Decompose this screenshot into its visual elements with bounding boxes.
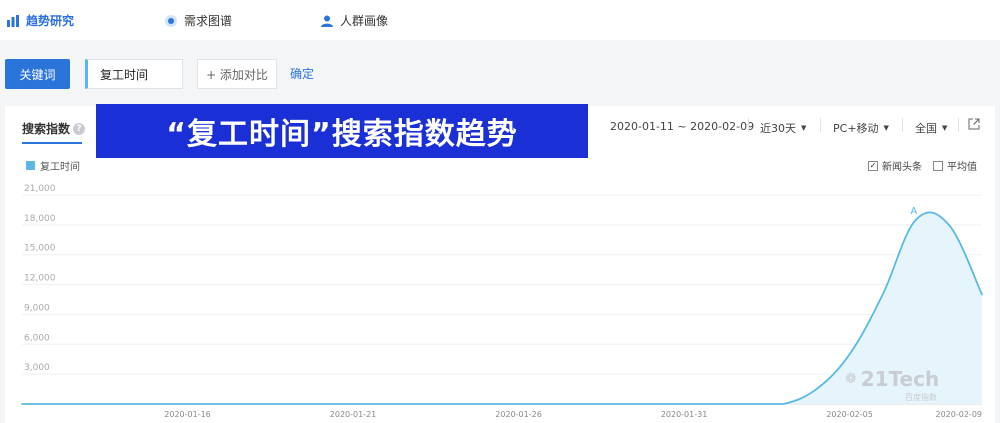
- x-tick-label: 2020-01-16: [164, 410, 211, 419]
- y-tick-label: 3,000: [24, 363, 50, 373]
- period-text: 近30天: [760, 122, 796, 135]
- data-point: [782, 403, 785, 405]
- region-select[interactable]: 全国 ▼: [915, 120, 947, 136]
- data-point: [716, 403, 718, 405]
- chart-icon: [7, 14, 19, 27]
- chart-legend[interactable]: 复工时间: [26, 158, 80, 173]
- add-compare-button[interactable]: + 添加对比: [197, 59, 277, 89]
- data-point: [120, 403, 123, 405]
- y-tick-label: 12,000: [24, 274, 56, 284]
- data-point: [385, 403, 387, 405]
- news-headline-option[interactable]: ✓ 新闻头条: [868, 158, 922, 173]
- x-tick-label: 2020-01-26: [495, 410, 542, 419]
- nav-label: 人群画像: [340, 14, 389, 28]
- data-point: [219, 403, 222, 405]
- date-range[interactable]: 2020-01-11 ~ 2020-02-09: [610, 120, 754, 133]
- radar-icon: [165, 14, 177, 27]
- top-nav: 趋势研究 需求图谱 人群画像: [0, 0, 1000, 40]
- data-point: [352, 403, 354, 405]
- data-point: [418, 403, 421, 405]
- data-point: [517, 403, 520, 405]
- data-point: [881, 293, 884, 296]
- caret-down-icon: ▼: [883, 124, 889, 132]
- x-axis-ticks: 2020-01-16 2020-01-21 2020-01-26 2020-01-31…: [164, 410, 982, 419]
- data-point: [54, 403, 56, 405]
- data-point: [981, 293, 983, 296]
- region-text: 全国: [915, 122, 937, 135]
- legend-label: 复工时间: [40, 162, 80, 173]
- watermark: ❁ 21Tech: [845, 367, 939, 391]
- data-point: [153, 403, 156, 405]
- nav-label: 趋势研究: [26, 14, 75, 28]
- device-select[interactable]: PC+移动 ▼: [833, 120, 889, 136]
- y-tick-label: 21,000: [24, 184, 56, 194]
- data-point: [319, 403, 321, 405]
- person-icon: [321, 15, 333, 27]
- divider: [958, 118, 959, 132]
- data-point: [186, 403, 189, 405]
- nav-label: 需求图谱: [184, 14, 233, 28]
- data-point: [451, 403, 454, 405]
- data-point: [252, 403, 255, 405]
- data-point: [87, 403, 90, 405]
- nav-trend-research[interactable]: 趋势研究: [6, 12, 74, 29]
- keyword-button[interactable]: 关键词: [5, 59, 70, 89]
- divider: [902, 118, 903, 132]
- panel-title: 搜索指数 ?: [22, 120, 86, 137]
- wechat-icon: ❁: [845, 371, 857, 387]
- nav-demand-graph[interactable]: 需求图谱: [164, 12, 232, 29]
- data-point: [550, 403, 553, 405]
- data-point: [583, 403, 586, 405]
- x-tick-label: 2020-01-21: [330, 410, 377, 419]
- overlay-banner: “复工时间”搜索指数趋势: [96, 104, 588, 158]
- period-select[interactable]: 近30天 ▼: [760, 120, 806, 136]
- watermark-text: 21Tech: [860, 367, 940, 391]
- data-point: [848, 353, 851, 356]
- divider: [820, 118, 821, 132]
- y-tick-label: 9,000: [24, 303, 50, 313]
- divider: [748, 118, 749, 132]
- peak-annotation: A: [910, 206, 917, 217]
- news-checkbox[interactable]: ✓: [868, 160, 878, 171]
- average-option[interactable]: 平均值: [933, 158, 977, 173]
- caret-down-icon: ▼: [942, 124, 948, 132]
- x-tick-label: 2020-01-31: [661, 410, 708, 419]
- news-label: 新闻头条: [882, 162, 922, 173]
- date-range-text: 2020-01-11 ~ 2020-02-09: [610, 120, 755, 133]
- confirm-link[interactable]: 确定: [290, 65, 314, 82]
- series-area: [22, 212, 982, 404]
- help-icon[interactable]: ?: [73, 122, 86, 135]
- data-point: [650, 403, 652, 405]
- panel-title-text: 搜索指数: [22, 122, 71, 136]
- data-point: [749, 403, 752, 405]
- keyword-input[interactable]: 复工时间: [85, 59, 183, 89]
- data-point: [948, 224, 950, 226]
- x-tick-label: 2020-02-09: [936, 410, 983, 419]
- data-point: [815, 388, 818, 390]
- y-tick-label: 18,000: [24, 214, 56, 224]
- data-point: [683, 403, 685, 405]
- watermark-sub: 百度指数: [905, 393, 937, 402]
- nav-crowd-portrait[interactable]: 人群画像: [320, 12, 388, 29]
- y-tick-label: 6,000: [24, 333, 50, 343]
- data-point: [286, 403, 288, 405]
- data-point: [914, 219, 917, 221]
- caret-down-icon: ▼: [801, 124, 807, 132]
- y-tick-label: 15,000: [24, 244, 56, 254]
- data-point: [484, 403, 487, 405]
- data-point: [21, 403, 23, 405]
- export-icon[interactable]: [968, 118, 980, 130]
- average-checkbox[interactable]: [933, 160, 943, 171]
- average-label: 平均值: [947, 162, 977, 173]
- legend-swatch: [26, 161, 35, 170]
- data-point: [617, 403, 619, 405]
- x-tick-label: 2020-02-05: [826, 410, 873, 419]
- tab-underline: [22, 142, 82, 144]
- device-text: PC+移动: [833, 122, 879, 135]
